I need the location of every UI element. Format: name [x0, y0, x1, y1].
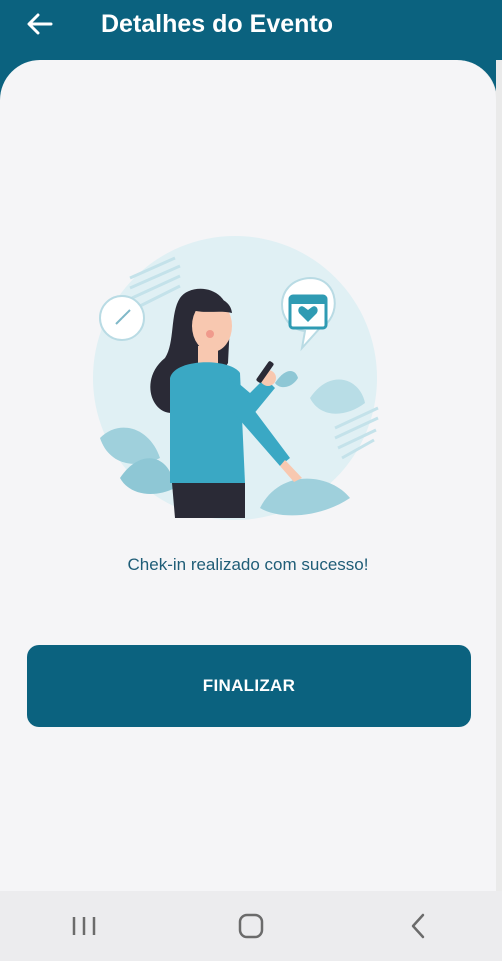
home-icon [238, 913, 264, 939]
system-back-button[interactable] [378, 896, 458, 956]
back-button[interactable] [20, 8, 60, 40]
back-icon [412, 913, 425, 939]
finalize-button[interactable]: FINALIZAR [27, 645, 471, 727]
checkin-illustration [93, 236, 379, 520]
recent-apps-icon [72, 917, 95, 935]
right-edge [496, 60, 502, 891]
page-title: Detalhes do Evento [101, 10, 333, 38]
arrow-left-icon [27, 13, 53, 35]
recent-apps-button[interactable] [44, 896, 124, 956]
system-navigation-bar [0, 891, 502, 961]
success-message: Chek-in realizado com sucesso! [127, 555, 369, 574]
home-button[interactable] [211, 896, 291, 956]
